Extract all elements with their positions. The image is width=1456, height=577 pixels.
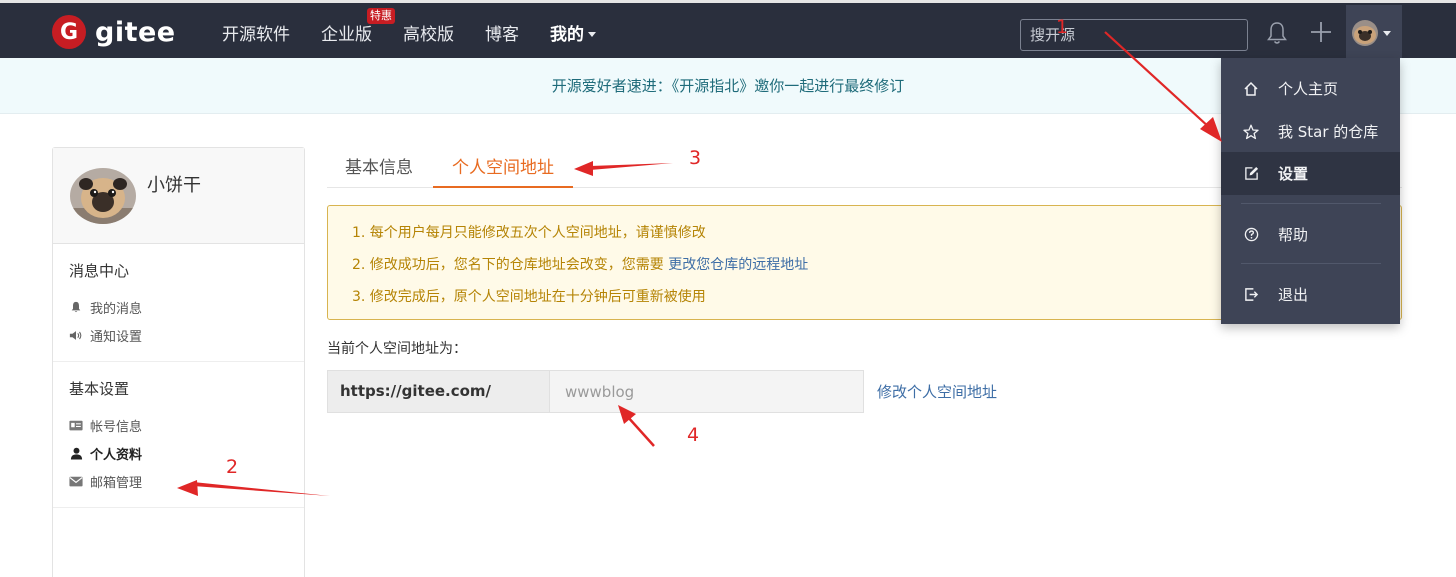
annotation-number-2: 2	[226, 456, 239, 478]
nav-education[interactable]: 高校版	[403, 20, 454, 45]
plus-icon[interactable]	[1310, 21, 1332, 43]
avatar[interactable]	[70, 168, 136, 224]
sidebar-item-notification-settings[interactable]: 通知设置	[69, 315, 304, 355]
edit-address-link[interactable]: 修改个人空间地址	[877, 381, 997, 402]
annotation-number-1: 1	[1056, 16, 1069, 38]
menu-item-homepage[interactable]: 个人主页	[1221, 67, 1400, 110]
tab-personal-space-address[interactable]: 个人空间地址	[433, 148, 573, 188]
menu-divider	[1241, 263, 1381, 264]
address-prefix: https://gitee.com/	[327, 370, 549, 413]
menu-item-starred-repos[interactable]: 我 Star 的仓库	[1221, 110, 1400, 153]
bell-icon[interactable]	[1265, 20, 1289, 46]
top-navbar: G gitee 开源软件 企业版 特惠 高校版 博客 我的	[0, 0, 1456, 61]
profile-card: 小饼干	[53, 148, 304, 244]
menu-item-settings[interactable]: 设置	[1221, 152, 1400, 195]
gitee-logo-badge: G	[52, 15, 86, 49]
nav-enterprise-label: 企业版	[321, 24, 372, 45]
promo-badge: 特惠	[367, 7, 395, 24]
nav-mine-label: 我的	[550, 24, 584, 45]
user-avatar-menu[interactable]	[1346, 5, 1402, 61]
annotation-number-3: 3	[689, 147, 702, 169]
menu-item-label: 退出	[1278, 286, 1309, 304]
menu-item-label: 我 Star 的仓库	[1278, 123, 1379, 141]
volume-icon	[69, 328, 83, 342]
mail-icon	[69, 474, 83, 488]
personal-space-address-input[interactable]	[549, 370, 864, 413]
help-icon	[1243, 227, 1259, 243]
user-dropdown-menu: 个人主页 我 Star 的仓库 设置 帮助 退出	[1221, 58, 1400, 324]
nav-mine[interactable]: 我的	[550, 20, 596, 45]
logout-icon	[1243, 287, 1259, 303]
annotation-arrow-4	[626, 415, 655, 447]
menu-item-label: 帮助	[1278, 226, 1309, 244]
group-title: 消息中心	[69, 262, 130, 280]
star-icon	[1243, 124, 1259, 140]
chevron-down-icon	[588, 32, 596, 37]
message-center-group: 消息中心 我的消息 通知设置	[53, 244, 304, 362]
id-card-icon	[69, 418, 83, 432]
menu-item-label: 设置	[1278, 165, 1309, 183]
menu-item-label: 个人主页	[1278, 80, 1339, 98]
nav-enterprise[interactable]: 企业版 特惠	[321, 7, 395, 45]
nav-blog[interactable]: 博客	[485, 20, 519, 45]
tab-basic-info[interactable]: 基本信息	[345, 148, 413, 188]
sidebar-item-email[interactable]: 邮箱管理	[69, 461, 304, 501]
main-nav: 开源软件 企业版 特惠 高校版 博客 我的	[222, 3, 627, 61]
chevron-down-icon	[1383, 30, 1391, 36]
change-remote-url-link[interactable]: 更改您仓库的远程地址	[668, 257, 808, 273]
menu-divider	[1241, 203, 1381, 204]
sidebar-item-label: 我的消息	[90, 301, 143, 317]
warning-line-2-text: 2. 修改成功后，您名下的仓库地址会改变，您需要	[352, 257, 669, 273]
sidebar-item-label: 邮箱管理	[90, 475, 143, 491]
profile-name[interactable]: 小饼干	[147, 171, 201, 197]
gitee-logo-text: gitee	[95, 16, 176, 48]
basic-settings-group: 基本设置 帐号信息 个人资料 邮箱管理	[53, 362, 304, 508]
bell-icon	[69, 300, 83, 314]
search-input[interactable]	[1020, 19, 1248, 51]
edit-icon	[1243, 166, 1259, 182]
gitee-logo[interactable]: G gitee	[52, 15, 176, 49]
sidebar-item-label: 帐号信息	[90, 419, 143, 435]
sidebar-item-label: 通知设置	[90, 329, 143, 345]
group-title: 基本设置	[69, 380, 130, 398]
menu-item-logout[interactable]: 退出	[1221, 273, 1400, 316]
home-icon	[1243, 81, 1259, 97]
current-address-label: 当前个人空间地址为：	[327, 341, 467, 357]
annotation-number-4: 4	[687, 424, 700, 446]
nav-open-source[interactable]: 开源软件	[222, 20, 290, 45]
menu-item-help[interactable]: 帮助	[1221, 213, 1400, 256]
annotation-arrowhead-1	[1200, 117, 1222, 142]
settings-sidebar: 小饼干 消息中心 我的消息 通知设置 基本设置 帐号信息 个人资料 邮箱管理	[52, 147, 305, 577]
announcement-text[interactable]: 开源爱好者速进：《开源指北》邀你一起进行最终修订	[552, 75, 905, 96]
avatar	[1352, 20, 1378, 46]
sidebar-item-label: 个人资料	[90, 447, 143, 463]
user-icon	[69, 446, 83, 460]
